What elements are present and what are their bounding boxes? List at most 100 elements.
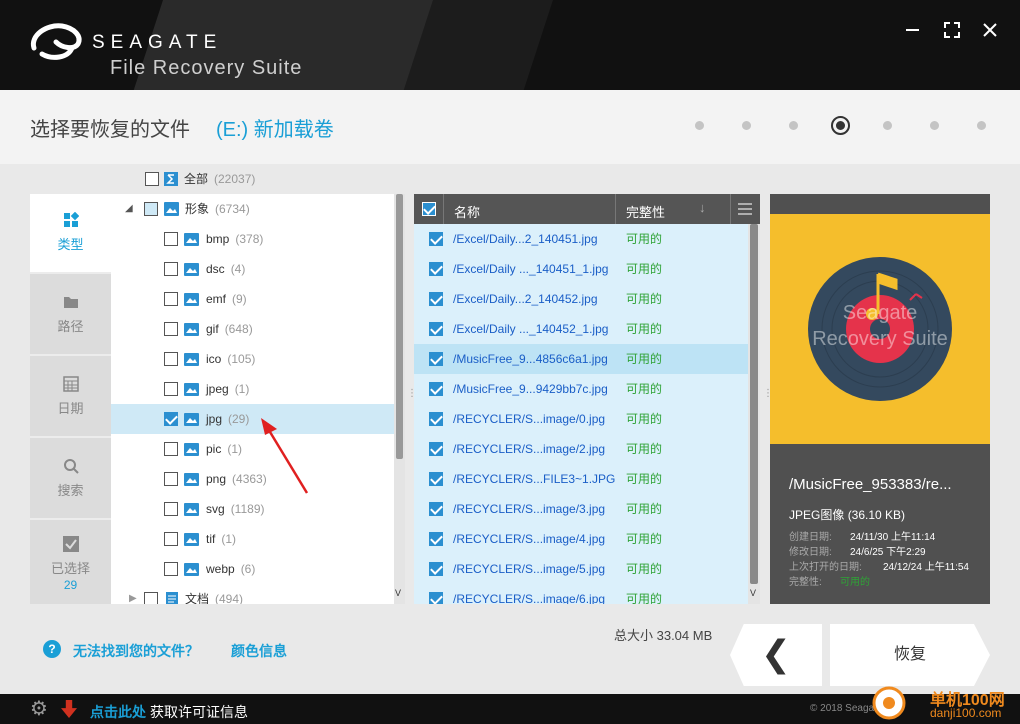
checkbox[interactable] <box>429 292 443 306</box>
checkbox[interactable] <box>429 592 443 604</box>
tab-type[interactable]: 类型 <box>30 194 111 274</box>
sigma-icon <box>164 172 178 186</box>
minimize-button[interactable] <box>900 18 924 42</box>
file-row[interactable]: /RECYCLER/S...image/3.jpg 可用的 <box>414 494 748 524</box>
modified-value: 24/6/25 下午2:29 <box>850 547 926 558</box>
checkbox[interactable] <box>164 322 178 336</box>
tree-row-dsc[interactable]: dsc (4) <box>111 254 394 284</box>
checkbox[interactable] <box>164 532 178 546</box>
tab-search[interactable]: 搜索 <box>30 440 111 520</box>
scroll-down-icon[interactable]: V <box>750 588 756 598</box>
file-name: /Excel/Daily ..._140452_1.jpg <box>453 322 609 336</box>
file-row[interactable]: /RECYCLER/S...FILE3~1.JPG 可用的 <box>414 464 748 494</box>
file-row[interactable]: /RECYCLER/S...image/6.jpg 可用的 <box>414 584 748 604</box>
tree-row-ico[interactable]: ico (105) <box>111 344 394 374</box>
tree-row-tif[interactable]: tif (1) <box>111 524 394 554</box>
tab-date[interactable]: 日期 <box>30 358 111 438</box>
select-all-checkbox[interactable] <box>422 202 436 216</box>
checkbox[interactable] <box>164 472 178 486</box>
checkbox[interactable] <box>164 232 178 246</box>
tree-row-docs[interactable]: ▶ 文档 (494) <box>111 584 394 604</box>
checkbox[interactable] <box>429 532 443 546</box>
tab-path-label: 路径 <box>57 319 84 334</box>
tree-row-all[interactable]: 全部 (22037) <box>111 164 394 194</box>
checkbox[interactable] <box>164 352 178 366</box>
checkbox[interactable] <box>429 562 443 576</box>
scroll-down-icon[interactable]: V <box>395 588 401 598</box>
file-row[interactable]: /RECYCLER/S...image/5.jpg 可用的 <box>414 554 748 584</box>
file-name: /MusicFree_9...9429bb7c.jpg <box>453 382 608 396</box>
checkbox[interactable] <box>429 472 443 486</box>
license-link[interactable]: 点击此处 <box>90 702 146 722</box>
file-row[interactable]: /MusicFree_9...4856c6a1.jpg 可用的 <box>414 344 748 374</box>
file-row[interactable]: /RECYCLER/S...image/0.jpg 可用的 <box>414 404 748 434</box>
checkbox[interactable] <box>429 262 443 276</box>
tree-label: ico <box>206 352 222 366</box>
splitter-handle-icon[interactable]: ⋮ <box>763 389 773 404</box>
tree-row-images[interactable]: ◢ 形象 (6734) <box>111 194 394 224</box>
file-row[interactable]: /RECYCLER/S...image/2.jpg 可用的 <box>414 434 748 464</box>
scroll-thumb[interactable] <box>750 224 758 584</box>
tree-row-bmp[interactable]: bmp (378) <box>111 224 394 254</box>
list-scrollbar[interactable]: V <box>748 224 760 604</box>
tree-count: (9) <box>232 292 247 306</box>
tab-selected[interactable]: 已选择 29 <box>30 522 111 602</box>
tree-label: dsc <box>206 262 225 276</box>
color-info-link[interactable]: 颜色信息 <box>231 641 287 661</box>
scroll-thumb[interactable] <box>396 194 403 459</box>
collapse-arrow-icon[interactable]: ◢ <box>125 194 133 224</box>
file-row[interactable]: /Excel/Daily...2_140452.jpg 可用的 <box>414 284 748 314</box>
checkbox[interactable] <box>429 382 443 396</box>
checkbox[interactable] <box>164 262 178 276</box>
file-row[interactable]: /Excel/Daily ..._140451_1.jpg 可用的 <box>414 254 748 284</box>
cant-find-link[interactable]: 无法找到您的文件？ <box>73 641 199 661</box>
maximize-icon <box>944 22 960 38</box>
checkbox[interactable] <box>429 322 443 336</box>
checkbox[interactable] <box>164 412 178 426</box>
splitter-handle-icon[interactable]: ⋮ <box>407 389 417 404</box>
checkbox[interactable] <box>429 352 443 366</box>
checkbox[interactable] <box>164 442 178 456</box>
image-file-icon <box>184 533 199 546</box>
back-button[interactable]: ❮ <box>730 624 822 686</box>
file-row[interactable]: /MusicFree_9...9429bb7c.jpg 可用的 <box>414 374 748 404</box>
help-icon[interactable]: ? <box>43 640 61 658</box>
checkbox[interactable] <box>144 202 158 216</box>
checkbox[interactable] <box>164 562 178 576</box>
tree-row-emf[interactable]: emf (9) <box>111 284 394 314</box>
tree-row-jpg[interactable]: jpg (29) <box>111 404 394 434</box>
column-integrity[interactable]: 完整性 <box>626 202 665 221</box>
gear-icon[interactable]: ⚙ <box>30 699 50 719</box>
sort-down-icon[interactable]: ↓ <box>699 200 706 215</box>
tree-row-gif[interactable]: gif (648) <box>111 314 394 344</box>
expand-arrow-icon[interactable]: ▶ <box>129 584 137 604</box>
tree-count: (6) <box>240 562 256 576</box>
checkbox[interactable] <box>164 292 178 306</box>
checkbox[interactable] <box>429 232 443 246</box>
tree-row-webp[interactable]: webp (6) <box>111 554 394 584</box>
file-row[interactable]: /Excel/Daily ..._140452_1.jpg 可用的 <box>414 314 748 344</box>
checkbox[interactable] <box>429 442 443 456</box>
maximize-button[interactable] <box>940 18 964 42</box>
menu-icon[interactable] <box>738 203 752 215</box>
tree-row-jpeg[interactable]: jpeg (1) <box>111 374 394 404</box>
tree-row-png[interactable]: png (4363) <box>111 464 394 494</box>
checkbox[interactable] <box>144 592 158 604</box>
checkbox[interactable] <box>145 172 159 186</box>
file-integrity: 可用的 <box>626 322 663 336</box>
file-row[interactable]: /RECYCLER/S...image/4.jpg 可用的 <box>414 524 748 554</box>
tree-row-pic[interactable]: pic (1) <box>111 434 394 464</box>
checkbox[interactable] <box>164 502 178 516</box>
tree-scrollbar[interactable]: V <box>394 194 405 604</box>
recover-button[interactable]: 恢复 <box>830 624 990 686</box>
checkbox[interactable] <box>429 412 443 426</box>
file-integrity: 可用的 <box>626 352 663 366</box>
checkbox[interactable] <box>429 502 443 516</box>
close-button[interactable] <box>978 18 1002 42</box>
tree-row-svg[interactable]: svg (1189) <box>111 494 394 524</box>
file-row[interactable]: /Excel/Daily...2_140451.jpg 可用的 <box>414 224 748 254</box>
folder-icon <box>63 297 78 308</box>
column-name[interactable]: 名称 <box>454 202 480 221</box>
tab-path[interactable]: 路径 <box>30 276 111 356</box>
checkbox[interactable] <box>164 382 178 396</box>
